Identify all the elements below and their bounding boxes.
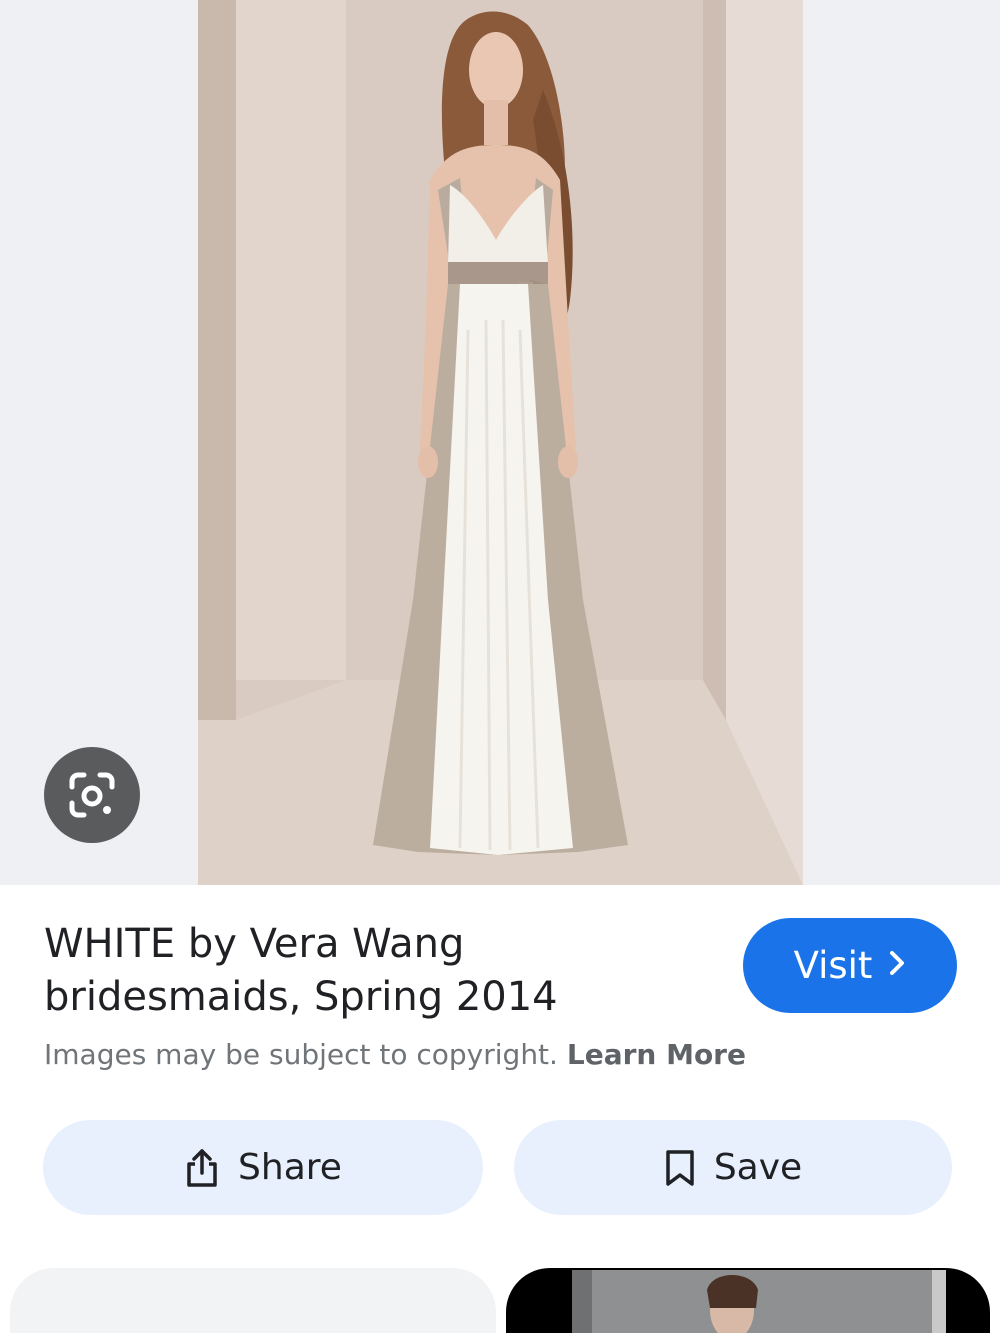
bookmark-icon bbox=[666, 1149, 694, 1186]
related-result-card[interactable] bbox=[10, 1268, 496, 1333]
related-result-card[interactable] bbox=[506, 1268, 990, 1333]
visit-label: Visit bbox=[793, 944, 873, 987]
share-button[interactable]: Share bbox=[43, 1120, 483, 1215]
google-lens-button[interactable] bbox=[44, 747, 140, 843]
save-button[interactable]: Save bbox=[514, 1120, 952, 1215]
result-image[interactable] bbox=[198, 0, 803, 885]
learn-more-link[interactable]: Learn More bbox=[567, 1038, 746, 1071]
copyright-text: Images may be subject to copyright. bbox=[44, 1038, 558, 1071]
share-icon bbox=[187, 1148, 217, 1187]
share-label: Share bbox=[238, 1147, 342, 1188]
google-lens-icon bbox=[69, 772, 115, 818]
copyright-notice: Images may be subject to copyright. Lear… bbox=[44, 1038, 746, 1071]
visit-button[interactable]: Visit bbox=[743, 918, 957, 1013]
related-result-image bbox=[572, 1270, 946, 1333]
image-viewer bbox=[0, 0, 1000, 885]
chevron-right-icon bbox=[888, 949, 906, 983]
save-label: Save bbox=[713, 1147, 803, 1188]
result-title[interactable]: WHITE by Vera Wang bridesmaids, Spring 2… bbox=[44, 918, 684, 1024]
